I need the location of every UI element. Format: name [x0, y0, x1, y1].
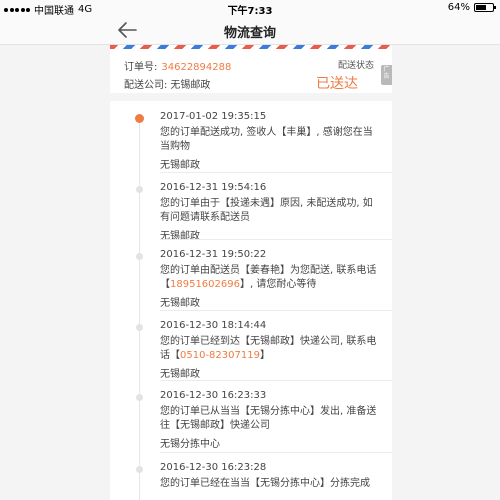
nav-bar: 物流查询 — [0, 16, 500, 45]
timeline-message-text: 您的订单由于【投递未遇】原因, 未配送成功, 如有问题请联系配送员 — [160, 198, 373, 223]
timeline-divider — [160, 380, 392, 381]
timeline-message-text: 您的订单配送成功, 签收人【丰巢】, 感谢您在当当购物 — [160, 127, 373, 152]
order-number-label: 订单号: — [124, 62, 158, 73]
battery-fill — [476, 5, 486, 10]
page-title: 物流查询 — [223, 26, 276, 41]
timeline-time: 2016-12-31 19:50:22 — [160, 249, 267, 260]
timeline-dot-icon — [136, 394, 143, 401]
delivery-company-label: 配送公司: — [124, 80, 168, 91]
battery-percent: 64% — [447, 2, 470, 13]
battery-icon — [474, 3, 496, 12]
screen: 中国联通 4G 下午7:33 64% 物流查询 订单号: 34622894288 … — [0, 0, 500, 500]
phone-number-link[interactable]: 0510-82307119 — [180, 350, 260, 361]
timeline-message-text: 您的订单已经在当当【无锡分拣中心】分拣完成 — [160, 478, 370, 489]
timeline-time: 2016-12-30 16:23:28 — [160, 462, 267, 473]
delivery-status-label: 配送状态 — [337, 61, 374, 71]
timeline-message-text: 】, 请您耐心等待 — [240, 279, 317, 290]
timeline-message: 您的订单由于【投递未遇】原因, 未配送成功, 如有问题请联系配送员 — [160, 197, 378, 225]
timeline-location: 无锡邮政 — [160, 160, 200, 171]
timeline-location: 无锡邮政 — [160, 369, 200, 380]
timeline-message: 您的订单由配送员【姜春艳】为您配送, 联系电话【18951602696】, 请您… — [160, 264, 378, 292]
timeline-location: 无锡邮政 — [160, 298, 200, 309]
status-right: 64% — [447, 2, 496, 13]
delivery-status-value: 已送达 — [316, 76, 358, 92]
timeline-line — [139, 117, 140, 500]
ad-tag[interactable]: 广告 — [381, 65, 392, 85]
timeline-divider — [160, 172, 392, 173]
delivery-company-value: 无锡邮政 — [170, 80, 211, 91]
timeline-message: 您的订单已经在当当【无锡分拣中心】分拣完成 — [160, 477, 378, 491]
timeline-location: 无锡分拣中心 — [160, 439, 220, 450]
timeline-time: 2016-12-30 18:14:44 — [160, 320, 267, 331]
clock: 下午7:33 — [227, 6, 273, 17]
timeline-time: 2017-01-02 19:35:15 — [160, 111, 267, 122]
timeline-message: 您的订单已从当当【无锡分拣中心】发出, 准备送往【无锡邮政】快递公司 — [160, 405, 378, 433]
timeline-divider — [160, 239, 392, 240]
timeline-dot-icon — [136, 466, 143, 473]
order-number-row: 订单号: 34622894288 — [124, 58, 231, 73]
timeline-message-text: 您的订单已从当当【无锡分拣中心】发出, 准备送往【无锡邮政】快递公司 — [160, 406, 377, 431]
timeline-time: 2016-12-30 16:23:33 — [160, 390, 267, 401]
timeline-message: 您的订单已经到达【无锡邮政】快递公司, 联系电话【0510-82307119】 — [160, 335, 378, 363]
order-info-card: 订单号: 34622894288 配送公司: 无锡邮政 配送状态 已送达 — [110, 49, 392, 93]
timeline-message: 您的订单配送成功, 签收人【丰巢】, 感谢您在当当购物 — [160, 126, 378, 154]
timeline-current-dot-icon — [135, 114, 144, 123]
timeline-dot-icon — [136, 324, 143, 331]
phone-number-link[interactable]: 18951602696 — [170, 279, 240, 290]
timeline-divider — [160, 310, 392, 311]
timeline-dot-icon — [136, 253, 143, 260]
delivery-company-row: 配送公司: 无锡邮政 — [124, 76, 210, 91]
timeline-divider — [160, 452, 392, 453]
tracking-timeline: 2017-01-02 19:35:15 您的订单配送成功, 签收人【丰巢】, 感谢… — [110, 101, 392, 500]
timeline-message-text: 】 — [259, 350, 270, 361]
order-number-value[interactable]: 34622894288 — [161, 62, 231, 73]
status-bar: 中国联通 4G 下午7:33 64% — [0, 0, 500, 17]
timeline-dot-icon — [136, 186, 143, 193]
timeline-time: 2016-12-31 19:54:16 — [160, 182, 267, 193]
